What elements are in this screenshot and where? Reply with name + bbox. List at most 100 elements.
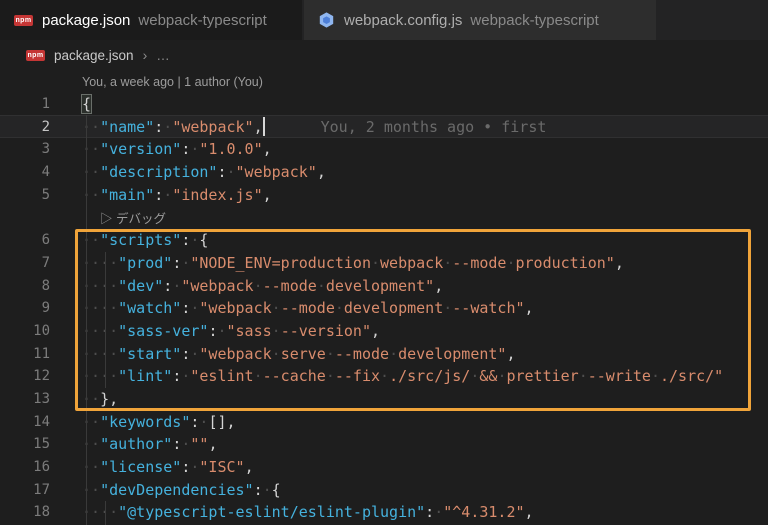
code-line[interactable]: 10 ····"sass-ver":·"sass·--version",	[0, 320, 768, 343]
code-line[interactable]: 11 ····"start":·"webpack·serve·--mode·dev…	[0, 342, 768, 365]
whitespace-dot: ·	[91, 367, 101, 386]
whitespace-dot: ·	[163, 118, 173, 137]
whitespace-dot: ·	[91, 412, 101, 431]
code-token: ,	[614, 253, 624, 272]
code-token: ,	[262, 185, 272, 204]
codelens-row[interactable]: ▷ デバッグ	[0, 206, 768, 229]
tab-webpack-config[interactable]: webpack.config.js webpack-typescript	[304, 0, 656, 40]
line-content: ····"start":·"webpack·serve·--mode·devel…	[50, 345, 768, 363]
code-token: ,	[524, 503, 534, 522]
text-cursor	[262, 117, 265, 137]
code-line[interactable]: 5 ··"main":·"index.js",	[0, 183, 768, 206]
line-content: ··"name":·"webpack", You, 2 months ago • …	[50, 117, 768, 137]
whitespace-dot: ·	[443, 299, 453, 318]
whitespace-dot: ·	[82, 163, 92, 182]
line-number[interactable]: 9	[0, 300, 50, 316]
code-line[interactable]: 14 ··"keywords":·[],	[0, 410, 768, 433]
code-line[interactable]: 13 ··},	[0, 388, 768, 411]
code-line[interactable]: 3 ··"version":·"1.0.0",	[0, 138, 768, 161]
whitespace-dot: ·	[100, 344, 110, 363]
line-number[interactable]: 18	[0, 504, 50, 520]
line-number[interactable]: 2	[0, 119, 50, 135]
code-token: "main"	[100, 185, 155, 204]
line-number[interactable]: 14	[0, 414, 50, 430]
code-line[interactable]: 2 ··"name":·"webpack", You, 2 months ago •…	[0, 115, 768, 139]
line-content: ··"author":·"",	[50, 435, 768, 453]
debug-codelens-link[interactable]: ▷ デバッグ	[100, 212, 166, 226]
editor-code-area[interactable]: You, a week ago | 1 author (You) 1{2 ··"na…	[0, 70, 768, 524]
code-token: ,	[208, 435, 218, 454]
line-content: ··"devDependencies":·{	[50, 481, 768, 499]
code-token: "prod"	[118, 253, 173, 272]
whitespace-dot: ·	[271, 299, 281, 318]
line-number[interactable]: 17	[0, 482, 50, 498]
code-token: ··	[82, 186, 100, 204]
line-number[interactable]: 16	[0, 459, 50, 475]
code-token: ··	[82, 435, 100, 453]
code-line[interactable]: 17 ··"devDependencies":·{	[0, 478, 768, 501]
code-token: "webpack·--mode·development·--watch"	[199, 299, 525, 318]
line-content: You, a week ago | 1 author (You)	[50, 72, 768, 90]
whitespace-dot: ·	[199, 412, 209, 431]
breadcrumb-item-file[interactable]: package.json	[54, 48, 134, 63]
breadcrumb: npm package.json › …	[0, 40, 768, 70]
whitespace-dot: ·	[109, 253, 119, 272]
code-token: "webpack"	[235, 163, 317, 182]
whitespace-dot: ·	[190, 231, 200, 250]
line-number[interactable]: 5	[0, 187, 50, 203]
line-number[interactable]: 10	[0, 323, 50, 339]
whitespace-dot: ·	[497, 367, 507, 386]
codelens-row[interactable]: You, a week ago | 1 author (You)	[0, 70, 768, 93]
code-line[interactable]: 7 ····"prod":·"NODE_ENV=production·webpac…	[0, 252, 768, 275]
line-content: ····"@typescript-eslint/eslint-plugin":·…	[50, 503, 768, 521]
code-token: "scripts"	[100, 231, 182, 250]
whitespace-dot: ·	[109, 344, 119, 363]
whitespace-dot: ·	[82, 435, 92, 454]
whitespace-dot: ·	[100, 276, 110, 295]
whitespace-dot: ·	[470, 367, 480, 386]
whitespace-dot: ·	[443, 253, 453, 272]
code-line[interactable]: 6 ··"scripts":·{	[0, 229, 768, 252]
code-token: ··	[82, 413, 100, 431]
code-token: ····	[82, 367, 118, 385]
code-line[interactable]: 8 ····"dev":·"webpack·--mode·development"…	[0, 274, 768, 297]
whitespace-dot: ·	[91, 231, 101, 250]
code-token: :·	[181, 458, 200, 477]
whitespace-dot: ·	[226, 163, 236, 182]
whitespace-dot: ·	[109, 321, 119, 340]
code-line[interactable]: 16 ··"license":·"ISC",	[0, 456, 768, 479]
code-token: "sass·--version"	[226, 321, 372, 340]
line-content: ··"keywords":·[],	[50, 413, 768, 431]
code-line[interactable]: 15 ··"author":·"",	[0, 433, 768, 456]
code-token: ··},	[82, 389, 119, 408]
code-token: :·	[172, 435, 191, 454]
code-line[interactable]: 12 ····"lint":·"eslint·--cache·--fix·./sr…	[0, 365, 768, 388]
whitespace-dot: ·	[253, 276, 263, 295]
code-token: "1.0.0"	[199, 140, 263, 159]
line-number[interactable]: 15	[0, 436, 50, 452]
code-token: ··	[82, 118, 100, 136]
line-number[interactable]: 11	[0, 346, 50, 362]
line-number[interactable]: 4	[0, 164, 50, 180]
whitespace-dot: ·	[100, 367, 110, 386]
line-number[interactable]: 8	[0, 278, 50, 294]
vscode-window: npm package.json webpack-typescript webp…	[0, 0, 768, 525]
code-token: ··	[82, 458, 100, 476]
code-line[interactable]: 9 ····"watch":·"webpack·--mode·developmen…	[0, 297, 768, 320]
code-line[interactable]: 4 ··"description":·"webpack",	[0, 161, 768, 184]
code-token: "webpack"	[172, 118, 254, 137]
breadcrumb-item-ellipsis[interactable]: …	[156, 48, 170, 63]
line-number[interactable]: 7	[0, 255, 50, 271]
line-number[interactable]: 3	[0, 141, 50, 157]
line-number[interactable]: 1	[0, 96, 50, 112]
whitespace-dot: ·	[82, 276, 92, 295]
code-token: "description"	[100, 163, 218, 182]
tab-package-json[interactable]: npm package.json webpack-typescript	[0, 0, 302, 40]
codelens-label[interactable]: You, a week ago | 1 author (You)	[82, 75, 263, 89]
line-number[interactable]: 6	[0, 232, 50, 248]
code-line[interactable]: 18 ····"@typescript-eslint/eslint-plugin"…	[0, 501, 768, 524]
code-line[interactable]: 1{	[0, 93, 768, 116]
line-number[interactable]: 13	[0, 391, 50, 407]
line-number[interactable]: 12	[0, 368, 50, 384]
code-token: "license"	[100, 458, 182, 477]
